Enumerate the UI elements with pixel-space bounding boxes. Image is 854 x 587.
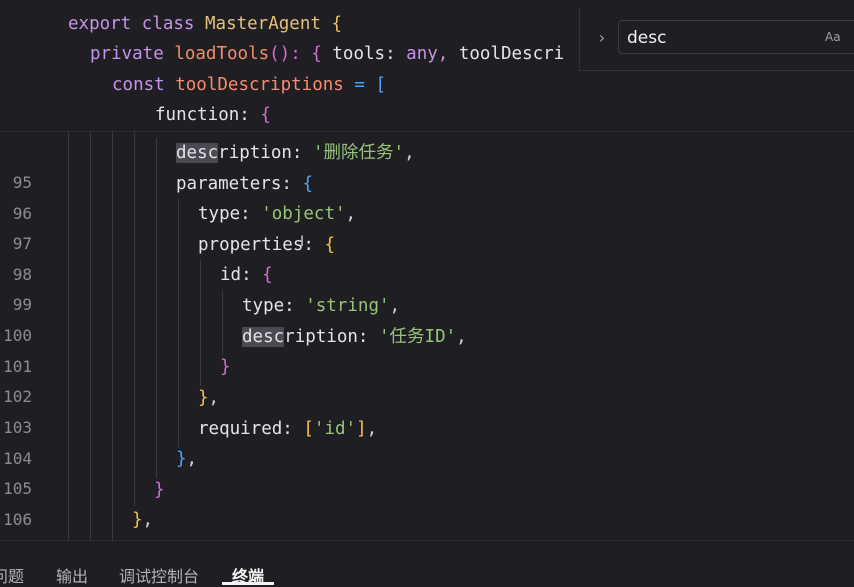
tab-output[interactable]: 输出 (56, 563, 88, 587)
chevron-right-icon[interactable]: › (592, 26, 612, 50)
code-line-103[interactable]: 103 }, (0, 383, 854, 437)
code-line-97[interactable]: 97 type: 'object', (0, 199, 854, 253)
code-line-95[interactable]: 95 description: '删除任务', (0, 138, 854, 192)
code-line-100[interactable]: 100 type: 'string', (0, 291, 854, 345)
code-line-96[interactable]: 96 parameters: { (0, 169, 854, 223)
tab-problems[interactable]: 问题 (0, 563, 24, 587)
find-widget: › desc Aa (579, 8, 854, 71)
code-line-107[interactable]: 107 }, (0, 505, 854, 535)
search-match-highlight: desc (242, 327, 285, 347)
sticky-line-function[interactable]: function: { (0, 100, 854, 130)
code-line-104[interactable]: 104 required: ['id'], (0, 414, 854, 468)
bottom-panel-tabbar: 问题 输出 调试控制台 终端 (0, 540, 854, 586)
code-line-99[interactable]: 99 id: { (0, 260, 854, 314)
search-match-highlight: desc (176, 143, 219, 163)
code-line-98[interactable]: 98 properties: { (0, 230, 854, 284)
find-input[interactable]: desc (618, 20, 854, 54)
code-editor[interactable]: 95 description: '删除任务', 96 parameters: {… (0, 0, 854, 540)
text-cursor-icon: Ⅰ (300, 234, 305, 250)
sticky-line-const[interactable]: const toolDescriptions = [ (0, 70, 854, 100)
code-line-106[interactable]: 106 } (0, 475, 854, 529)
tab-debug-console[interactable]: 调试控制台 (119, 563, 199, 587)
code-line-102[interactable]: 102 } (0, 352, 854, 406)
code-line-105[interactable]: 105 }, (0, 444, 854, 498)
match-case-toggle[interactable]: Aa (825, 30, 841, 44)
code-line-101[interactable]: 101 description: '任务ID', (0, 322, 854, 376)
